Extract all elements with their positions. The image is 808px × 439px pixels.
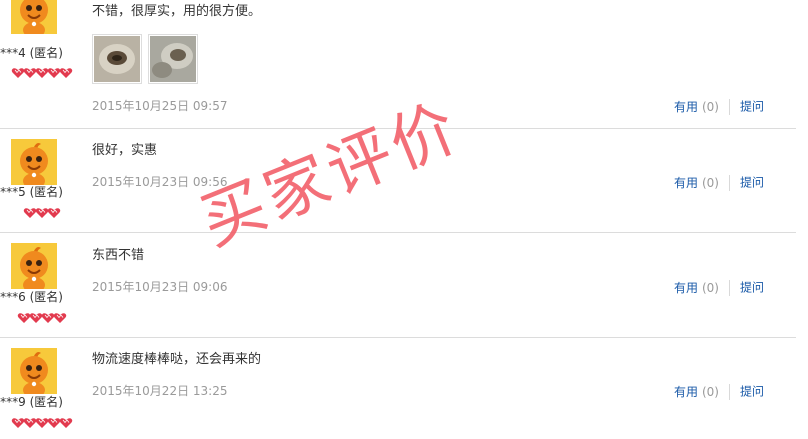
helpful-count: (0): [701, 99, 719, 114]
ask-button[interactable]: 提问: [740, 385, 764, 399]
action-divider: [728, 280, 730, 296]
user-avatar[interactable]: [11, 139, 57, 185]
heart-rating: [0, 206, 84, 219]
user-avatar[interactable]: [11, 348, 57, 394]
heart-rating: [0, 66, 84, 79]
review-images: [92, 34, 204, 84]
review-actions: 有用 (0) 提问: [674, 280, 764, 296]
review-actions: 有用 (0) 提问: [674, 175, 764, 191]
heart-icon: [59, 67, 73, 78]
review-item: 刘***9 (匿名) 物流速度棒棒哒，还会再来的 2015年10月22日 13:…: [0, 338, 796, 439]
helpful-button[interactable]: 有用 (0): [674, 176, 719, 190]
username: 称***4 (匿名): [0, 46, 63, 60]
review-item: 何***5 (匿名) 很好，实惠 2015年10月23日 09:56 有用(0)…: [0, 129, 796, 232]
review-actions: 有用 (0) 提问: [674, 99, 764, 115]
helpful-count: (0): [701, 280, 719, 295]
review-text: 东西不错: [92, 248, 145, 263]
review-date: 2015年10月22日 13:25: [92, 384, 228, 398]
username: 刘***9 (匿名): [0, 395, 63, 409]
helpful-label[interactable]: 有用: [674, 100, 698, 114]
review-image-thumbnail[interactable]: [148, 34, 198, 84]
action-divider: [728, 175, 730, 191]
ask-button[interactable]: 提问: [740, 176, 764, 190]
heart-rating: [0, 416, 84, 429]
action-divider: [728, 384, 730, 400]
heart-icon: [59, 417, 73, 428]
review-text: 物流速度棒棒哒，还会再来的: [92, 352, 262, 367]
heart-icon: [53, 312, 67, 323]
review-item: 丁***6 (匿名) 东西不错 2015年10月23日 09:06 有用(0) 提…: [0, 233, 796, 337]
review-image-thumbnail[interactable]: [92, 34, 142, 84]
helpful-button[interactable]: 有用 (0): [674, 281, 719, 295]
review-text: 不错，很厚实，用的很方便。: [92, 4, 262, 19]
ask-button[interactable]: 提问: [740, 281, 764, 295]
heart-icon: [47, 207, 61, 218]
review-item: 称***4 (匿名) 不错，很厚实，用的很方便。 2015年10月25日 09:…: [0, 0, 796, 128]
review-date: 2015年10月23日 09:56: [92, 175, 228, 189]
ask-button[interactable]: 提问: [740, 100, 764, 114]
username: 丁***6 (匿名): [0, 290, 63, 304]
helpful-button[interactable]: 有用 (0): [674, 100, 719, 114]
user-avatar[interactable]: [11, 243, 57, 289]
review-date: 2015年10月23日 09:06: [92, 280, 228, 294]
action-divider: [728, 99, 730, 115]
heart-rating: [0, 311, 84, 324]
helpful-button[interactable]: 有用 (0): [674, 385, 719, 399]
helpful-label[interactable]: 有用: [674, 176, 698, 190]
review-actions: 有用 (0) 提问: [674, 384, 764, 400]
review-date: 2015年10月25日 09:57: [92, 99, 228, 113]
user-avatar[interactable]: [11, 0, 57, 34]
helpful-label[interactable]: 有用: [674, 385, 698, 399]
username: 何***5 (匿名): [0, 185, 63, 199]
helpful-count: (0): [701, 175, 719, 190]
review-text: 很好，实惠: [92, 143, 158, 158]
helpful-count: (0): [701, 384, 719, 399]
helpful-label[interactable]: 有用: [674, 281, 698, 295]
